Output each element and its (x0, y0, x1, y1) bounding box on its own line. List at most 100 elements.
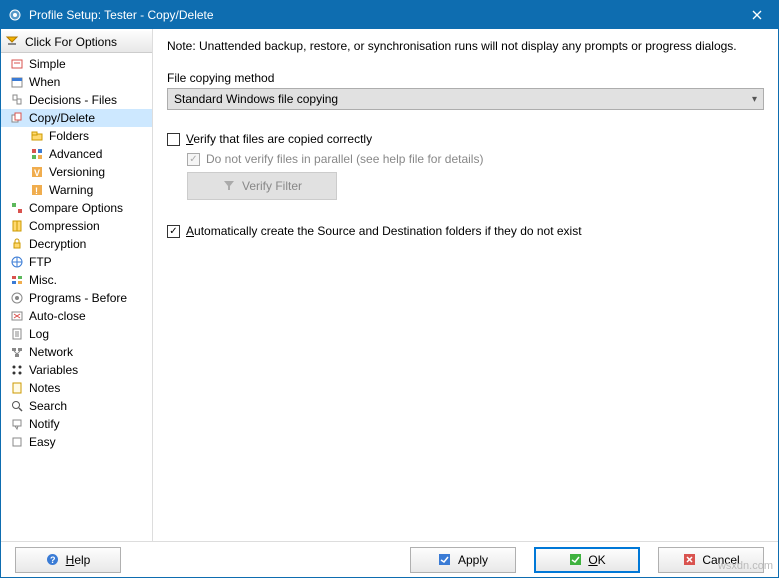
sidebar-item-label: Misc. (29, 273, 57, 287)
svg-text:?: ? (50, 555, 56, 565)
sidebar-item-ftp[interactable]: FTP (1, 253, 152, 271)
variables-icon (9, 362, 25, 378)
options-header-label: Click For Options (25, 35, 117, 49)
notify-icon (9, 416, 25, 432)
versioning-icon: V (29, 164, 45, 180)
verify-filter-button: Verify Filter (187, 172, 337, 200)
sidebar-item-label: Notify (29, 417, 60, 431)
when-icon (9, 74, 25, 90)
compression-icon (9, 218, 25, 234)
main-panel: Note: Unattended backup, restore, or syn… (153, 29, 778, 541)
sidebar-item-decryption[interactable]: Decryption (1, 235, 152, 253)
sidebar-item-log[interactable]: Log (1, 325, 152, 343)
chevron-down-icon: ▾ (752, 94, 757, 105)
autocreate-checkbox-row[interactable]: ✓ AAutomatically create the Source and D… (167, 224, 764, 238)
sidebar-item-notes[interactable]: Notes (1, 379, 152, 397)
sidebar-item-advanced[interactable]: Advanced (1, 145, 152, 163)
window-close-button[interactable] (736, 1, 778, 29)
click-for-options-button[interactable]: Click For Options (1, 31, 152, 53)
sidebar-item-label: When (29, 75, 60, 89)
cancel-icon (682, 553, 696, 567)
sidebar-item-notify[interactable]: Notify (1, 415, 152, 433)
parallel-checkbox-row: ✓ Do not verify files in parallel (see h… (187, 152, 764, 166)
sidebar-item-compression[interactable]: Compression (1, 217, 152, 235)
sidebar-item-label: Advanced (49, 147, 102, 161)
sidebar-item-programs-before[interactable]: Programs - Before (1, 289, 152, 307)
ok-label: OK (588, 553, 605, 567)
sidebar-tree: Simple When Decisions - Files Copy/Delet… (1, 53, 152, 453)
titlebar: Profile Setup: Tester - Copy/Delete (1, 1, 778, 29)
easy-icon (9, 434, 25, 450)
sidebar-item-search[interactable]: Search (1, 397, 152, 415)
sidebar-item-warning[interactable]: !Warning (1, 181, 152, 199)
window-body: Click For Options Simple When Decisions … (1, 29, 778, 541)
sidebar-item-label: Search (29, 399, 67, 413)
sidebar-item-copy-delete[interactable]: Copy/Delete (1, 109, 152, 127)
sidebar-item-label: Versioning (49, 165, 105, 179)
sidebar-item-when[interactable]: When (1, 73, 152, 91)
copy-method-value: Standard Windows file copying (174, 92, 338, 106)
sidebar-item-label: Folders (49, 129, 89, 143)
sidebar-item-label: Copy/Delete (29, 111, 95, 125)
notes-icon (9, 380, 25, 396)
footer: ? Help Apply OK Cancel (1, 541, 778, 577)
sidebar-item-decisions-files[interactable]: Decisions - Files (1, 91, 152, 109)
sidebar: Click For Options Simple When Decisions … (1, 29, 153, 541)
simple-icon (9, 56, 25, 72)
sidebar-item-label: Programs - Before (29, 291, 127, 305)
sidebar-item-label: Notes (29, 381, 60, 395)
filter-icon (222, 178, 236, 195)
verify-subsection: ✓ Do not verify files in parallel (see h… (167, 152, 764, 200)
ok-icon (568, 553, 582, 567)
svg-text:!: ! (35, 186, 38, 196)
ok-button[interactable]: OK (534, 547, 640, 573)
sidebar-item-label: Decryption (29, 237, 86, 251)
window-title: Profile Setup: Tester - Copy/Delete (29, 8, 736, 22)
network-icon (9, 344, 25, 360)
search-icon (9, 398, 25, 414)
app-icon (7, 7, 23, 23)
log-icon (9, 326, 25, 342)
verify-checkbox[interactable] (167, 133, 180, 146)
sidebar-item-folders[interactable]: Folders (1, 127, 152, 145)
apply-label: Apply (458, 553, 488, 567)
verify-label: VVerify that files are copied correctlye… (186, 132, 372, 146)
help-icon: ? (46, 553, 60, 567)
verify-checkbox-row[interactable]: VVerify that files are copied correctlye… (167, 132, 764, 146)
decryption-icon (9, 236, 25, 252)
sidebar-item-compare-options[interactable]: Compare Options (1, 199, 152, 217)
sidebar-item-label: Network (29, 345, 73, 359)
sidebar-item-versioning[interactable]: V Versioning (1, 163, 152, 181)
sidebar-item-label: Simple (29, 57, 66, 71)
copy-method-dropdown[interactable]: Standard Windows file copying ▾ (167, 88, 764, 110)
sidebar-item-auto-close[interactable]: Auto-close (1, 307, 152, 325)
apply-icon (438, 553, 452, 567)
programs-icon (9, 290, 25, 306)
autocreate-checkbox[interactable]: ✓ (167, 225, 180, 238)
apply-button[interactable]: Apply (410, 547, 516, 573)
copy-method-label: File copying method (167, 71, 764, 85)
parallel-label: Do not verify files in parallel (see hel… (206, 152, 483, 166)
sidebar-item-variables[interactable]: Variables (1, 361, 152, 379)
help-label: Help (66, 553, 91, 567)
sidebar-item-misc[interactable]: Misc. (1, 271, 152, 289)
ftp-icon (9, 254, 25, 270)
options-arrow-icon (5, 34, 21, 50)
help-button[interactable]: ? Help (15, 547, 121, 573)
sidebar-item-easy[interactable]: Easy (1, 433, 152, 451)
note-text: Note: Unattended backup, restore, or syn… (167, 39, 764, 53)
compare-icon (9, 200, 25, 216)
sidebar-item-label: Compression (29, 219, 100, 233)
autocreate-label: AAutomatically create the Source and Des… (186, 224, 582, 238)
misc-icon (9, 272, 25, 288)
sidebar-item-label: FTP (29, 255, 52, 269)
close-icon (752, 10, 762, 20)
folders-icon (29, 128, 45, 144)
copy-delete-icon (9, 110, 25, 126)
parallel-checkbox: ✓ (187, 153, 200, 166)
svg-text:V: V (34, 168, 40, 178)
sidebar-item-network[interactable]: Network (1, 343, 152, 361)
decisions-icon (9, 92, 25, 108)
sidebar-item-simple[interactable]: Simple (1, 55, 152, 73)
auto-close-icon (9, 308, 25, 324)
